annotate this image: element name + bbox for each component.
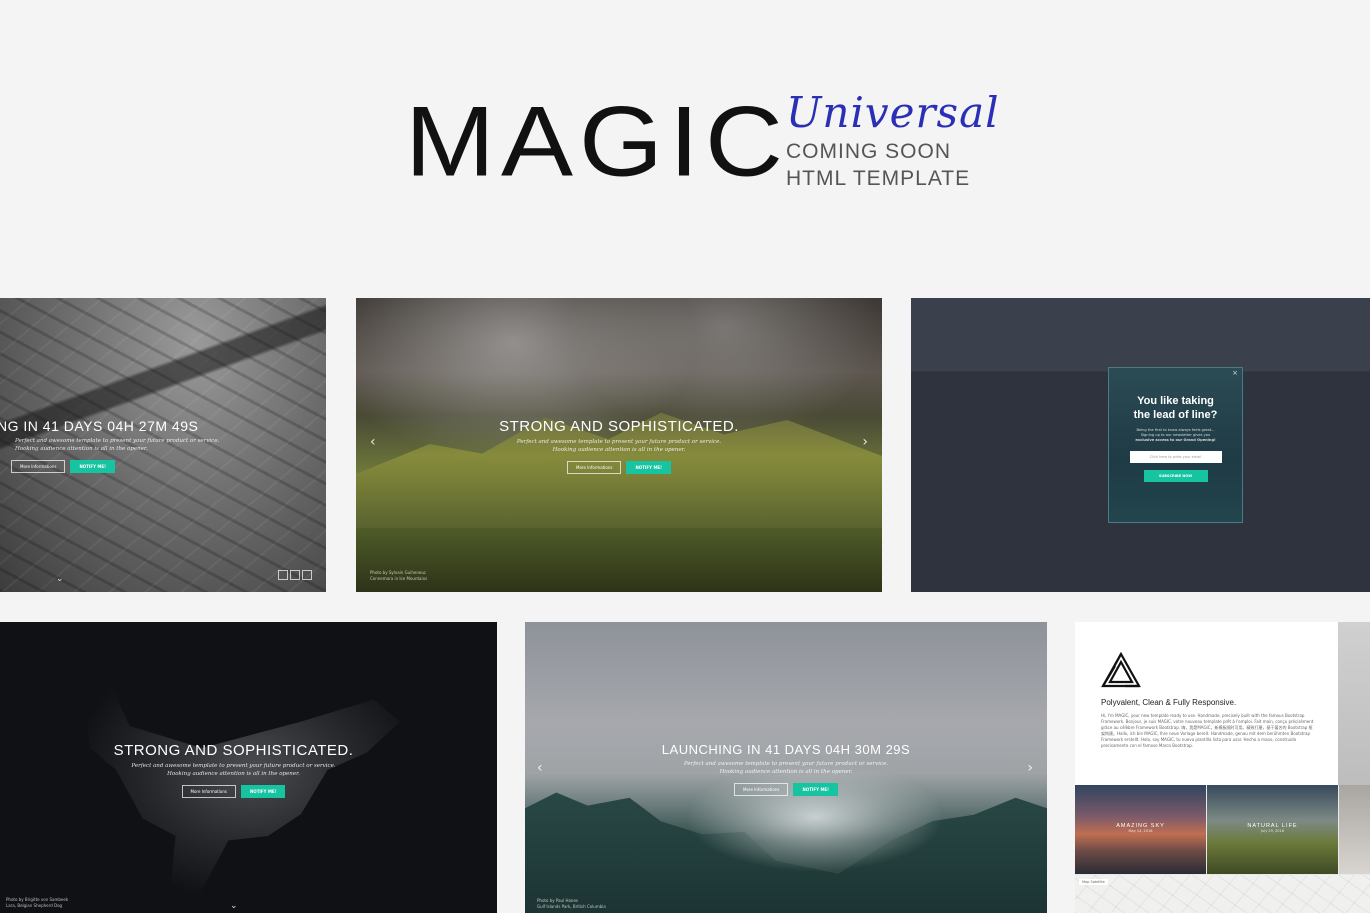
scroll-down-icon[interactable]: ⌄ (56, 574, 64, 584)
photo-credit-line: Gulf Islands Park, British Columbia (537, 904, 606, 909)
play-icon[interactable] (278, 570, 288, 580)
card-buttons: More Informations NOTIFY ME! (525, 783, 1047, 796)
brand-title: MAGIC (405, 85, 790, 197)
card-subtext: Perfect and awesome template to present … (525, 760, 1047, 776)
popup-title-line: the lead of line? (1133, 409, 1218, 421)
card-headline: STRONG AND SOPHISTICATED. (499, 418, 739, 435)
popup-title-line: You like taking (1137, 395, 1214, 407)
close-icon[interactable]: × (1232, 369, 1238, 377)
preview-card-newsletter-popup: × You like taking the lead of line? Bein… (911, 298, 1370, 592)
pause-icon[interactable] (290, 570, 300, 580)
photo-credit-line: Lara, Belgian Shepherd Dog (6, 903, 63, 908)
card-subtext-line: Hooking audience attention is all in the… (552, 447, 686, 453)
card-subtext-line: Perfect and awesome template to present … (516, 439, 722, 445)
preview-card-mountains: STRONG AND SOPHISTICATED. Perfect and aw… (356, 298, 882, 592)
more-info-button[interactable]: More Informations (734, 783, 789, 796)
card-caption: NG IN 41 DAYS 04H 27M 49S Perfect and aw… (0, 418, 326, 473)
scroll-down-icon[interactable]: ⌄ (230, 901, 238, 911)
card-subtext-line: Hooking audience attention is all in the… (15, 446, 148, 452)
card-headline: NG IN 41 DAYS 04H 27M 49S (0, 418, 199, 434)
gallery-tile[interactable] (1339, 785, 1370, 874)
prev-slide-arrow-icon[interactable]: ‹ (537, 760, 543, 776)
card-subtext-line: Perfect and awesome template to present … (15, 438, 220, 444)
newsletter-popup: × You like taking the lead of line? Bein… (1108, 367, 1243, 523)
preview-card-foggy-forest: LAUNCHING IN 41 DAYS 04H 30M 29S Perfect… (525, 622, 1047, 913)
email-input[interactable]: Click here to write your email (1129, 451, 1222, 463)
card-subtext: Perfect and awesome template to present … (0, 762, 497, 778)
notify-button[interactable]: NOTIFY ME! (626, 461, 671, 474)
prev-slide-arrow-icon[interactable]: ‹ (370, 434, 376, 450)
about-body: Hi, I'm MAGIC, your new template ready t… (1101, 713, 1314, 748)
card-subtext: Perfect and awesome template to present … (15, 437, 326, 453)
gallery-tile-date: July 29, 2016 (1261, 829, 1284, 833)
preview-card-about-page: Polyvalent, Clean & Fully Responsive. Hi… (1075, 622, 1370, 913)
subscribe-button[interactable]: SUBSCRIBE NOW (1143, 470, 1208, 482)
card-subtext: Perfect and awesome template to present … (356, 438, 882, 454)
map-type-toggle[interactable]: Map Satellite (1079, 879, 1108, 885)
brand-script-word: Universal (786, 88, 1000, 137)
card-subtext-line: Perfect and awesome template to present … (683, 761, 889, 767)
notify-button[interactable]: NOTIFY ME! (240, 785, 286, 798)
photo-credit: Photo by Sylvain Guiheneuc Connemara in … (370, 570, 427, 582)
card-subtext-line: Hooking audience attention is all in the… (719, 769, 853, 775)
next-slide-arrow-icon[interactable]: › (1027, 760, 1033, 776)
card-buttons: More Informations NOTIFY ME! (356, 461, 882, 474)
brand-tagline-2: HTML TEMPLATE (786, 167, 971, 190)
about-panel: Polyvalent, Clean & Fully Responsive. Hi… (1075, 622, 1338, 785)
brand-tagline-1: COMING SOON (786, 140, 952, 163)
gallery-tile[interactable]: NATURAL LIFE July 29, 2016 (1207, 785, 1338, 874)
card-caption: STRONG AND SOPHISTICATED. Perfect and aw… (356, 418, 882, 474)
gallery-tile[interactable]: AMAZING SKY May 14, 2016 (1075, 785, 1206, 874)
more-info-button[interactable]: More Informations (567, 461, 622, 474)
video-controls (278, 570, 312, 580)
card-headline: LAUNCHING IN 41 DAYS 04H 30M 29S (661, 742, 911, 757)
fullscreen-icon[interactable] (302, 570, 312, 580)
card-caption: LAUNCHING IN 41 DAYS 04H 30M 29S Perfect… (525, 742, 1047, 796)
photo-credit-line: Connemara in Ice Mountains (370, 576, 428, 581)
notify-button[interactable]: NOTIFY ME! (793, 783, 838, 796)
popup-body-line: exclusive access to our Grand Opening! (1135, 438, 1216, 442)
popup-title: You like taking the lead of line? (1109, 394, 1242, 422)
card-caption: STRONG AND SOPHISTICATED. Perfect and aw… (0, 742, 497, 798)
location-map[interactable]: Map Satellite (1075, 875, 1370, 913)
card-buttons: More Informations NOTIFY ME! (0, 785, 497, 798)
about-title: Polyvalent, Clean & Fully Responsive. (1101, 698, 1237, 707)
notify-button[interactable]: NOTIFY ME! (70, 460, 115, 473)
card-subtext-line: Perfect and awesome template to present … (131, 763, 336, 769)
next-slide-arrow-icon[interactable]: › (862, 434, 868, 450)
card-subtext-line: Hooking audience attention is all in the… (167, 771, 300, 777)
card-headline: STRONG AND SOPHISTICATED. (113, 742, 354, 759)
more-info-button[interactable]: More Informations (11, 460, 66, 473)
preview-card-wolf: STRONG AND SOPHISTICATED. Perfect and aw… (0, 622, 497, 913)
more-info-button[interactable]: More Informations (181, 785, 236, 798)
penrose-triangle-logo-icon (1101, 652, 1141, 688)
popup-body: Being the first to know always feels gre… (1109, 428, 1242, 443)
preview-card-countdown-ice: NG IN 41 DAYS 04H 27M 49S Perfect and aw… (0, 298, 326, 592)
pen-image (1338, 622, 1370, 785)
card-buttons: More Informations NOTIFY ME! (11, 460, 326, 473)
gallery-tile-date: May 14, 2016 (1128, 829, 1153, 833)
photo-credit: Photo by Paul Hanes Gulf Islands Park, B… (537, 898, 606, 910)
photo-credit: Photo by Brigitte von Sambeek Lara, Belg… (6, 897, 68, 909)
